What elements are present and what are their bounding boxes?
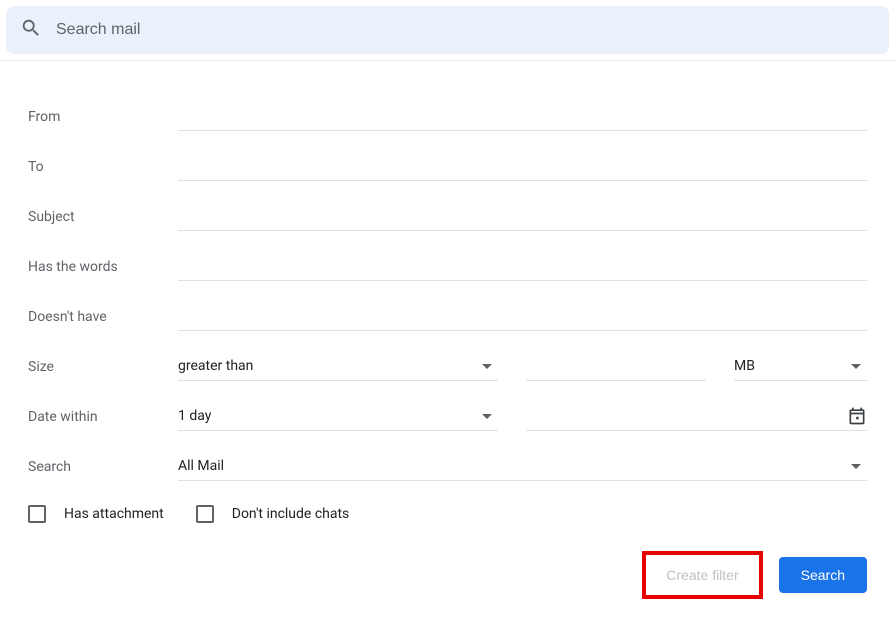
exclude-chats-option[interactable]: Don't include chats [196,505,350,523]
date-within-row: Date within 1 day [28,381,867,431]
date-input[interactable] [526,402,847,430]
size-value-input[interactable] [526,352,706,381]
subject-label: Subject [28,209,178,231]
search-bar[interactable] [6,6,889,54]
subject-row: Subject [28,181,867,231]
has-words-label: Has the words [28,259,178,281]
size-label: Size [28,359,178,381]
date-within-label: Date within [28,409,178,431]
has-attachment-label: Has attachment [64,506,164,522]
subject-input[interactable] [178,202,867,231]
date-field[interactable] [526,402,867,431]
doesnt-have-input[interactable] [178,302,867,331]
search-scope-label: Search [28,459,178,481]
size-operator-value: greater than [178,352,482,380]
date-range-value: 1 day [178,402,482,430]
chevron-down-icon [851,464,861,469]
has-attachment-checkbox[interactable] [28,505,46,523]
has-words-row: Has the words [28,231,867,281]
to-input[interactable] [178,152,867,181]
to-row: To [28,131,867,181]
from-input[interactable] [178,102,867,131]
from-label: From [28,109,178,131]
doesnt-have-row: Doesn't have [28,281,867,331]
size-row: Size greater than MB [28,331,867,381]
doesnt-have-label: Doesn't have [28,309,178,331]
size-unit-select[interactable]: MB [734,352,867,381]
has-attachment-option[interactable]: Has attachment [28,505,164,523]
size-unit-value: MB [734,352,851,380]
search-input[interactable] [56,21,875,39]
from-row: From [28,81,867,131]
exclude-chats-checkbox[interactable] [196,505,214,523]
search-scope-value: All Mail [178,452,851,480]
has-words-input[interactable] [178,252,867,281]
chevron-down-icon [851,364,861,369]
search-icon [20,17,42,43]
to-label: To [28,159,178,181]
exclude-chats-label: Don't include chats [232,506,350,522]
create-filter-button: Create filter [648,557,756,593]
size-operator-select[interactable]: greater than [178,352,498,381]
search-scope-row: Search All Mail [28,431,867,481]
chevron-down-icon [482,414,492,419]
checkbox-row: Has attachment Don't include chats [28,505,867,523]
advanced-search-form: From To Subject Has the words Doesn't ha… [0,61,895,619]
calendar-icon[interactable] [847,406,867,426]
search-button[interactable]: Search [779,557,867,593]
search-scope-select[interactable]: All Mail [178,452,867,481]
chevron-down-icon [482,364,492,369]
date-range-select[interactable]: 1 day [178,402,498,431]
